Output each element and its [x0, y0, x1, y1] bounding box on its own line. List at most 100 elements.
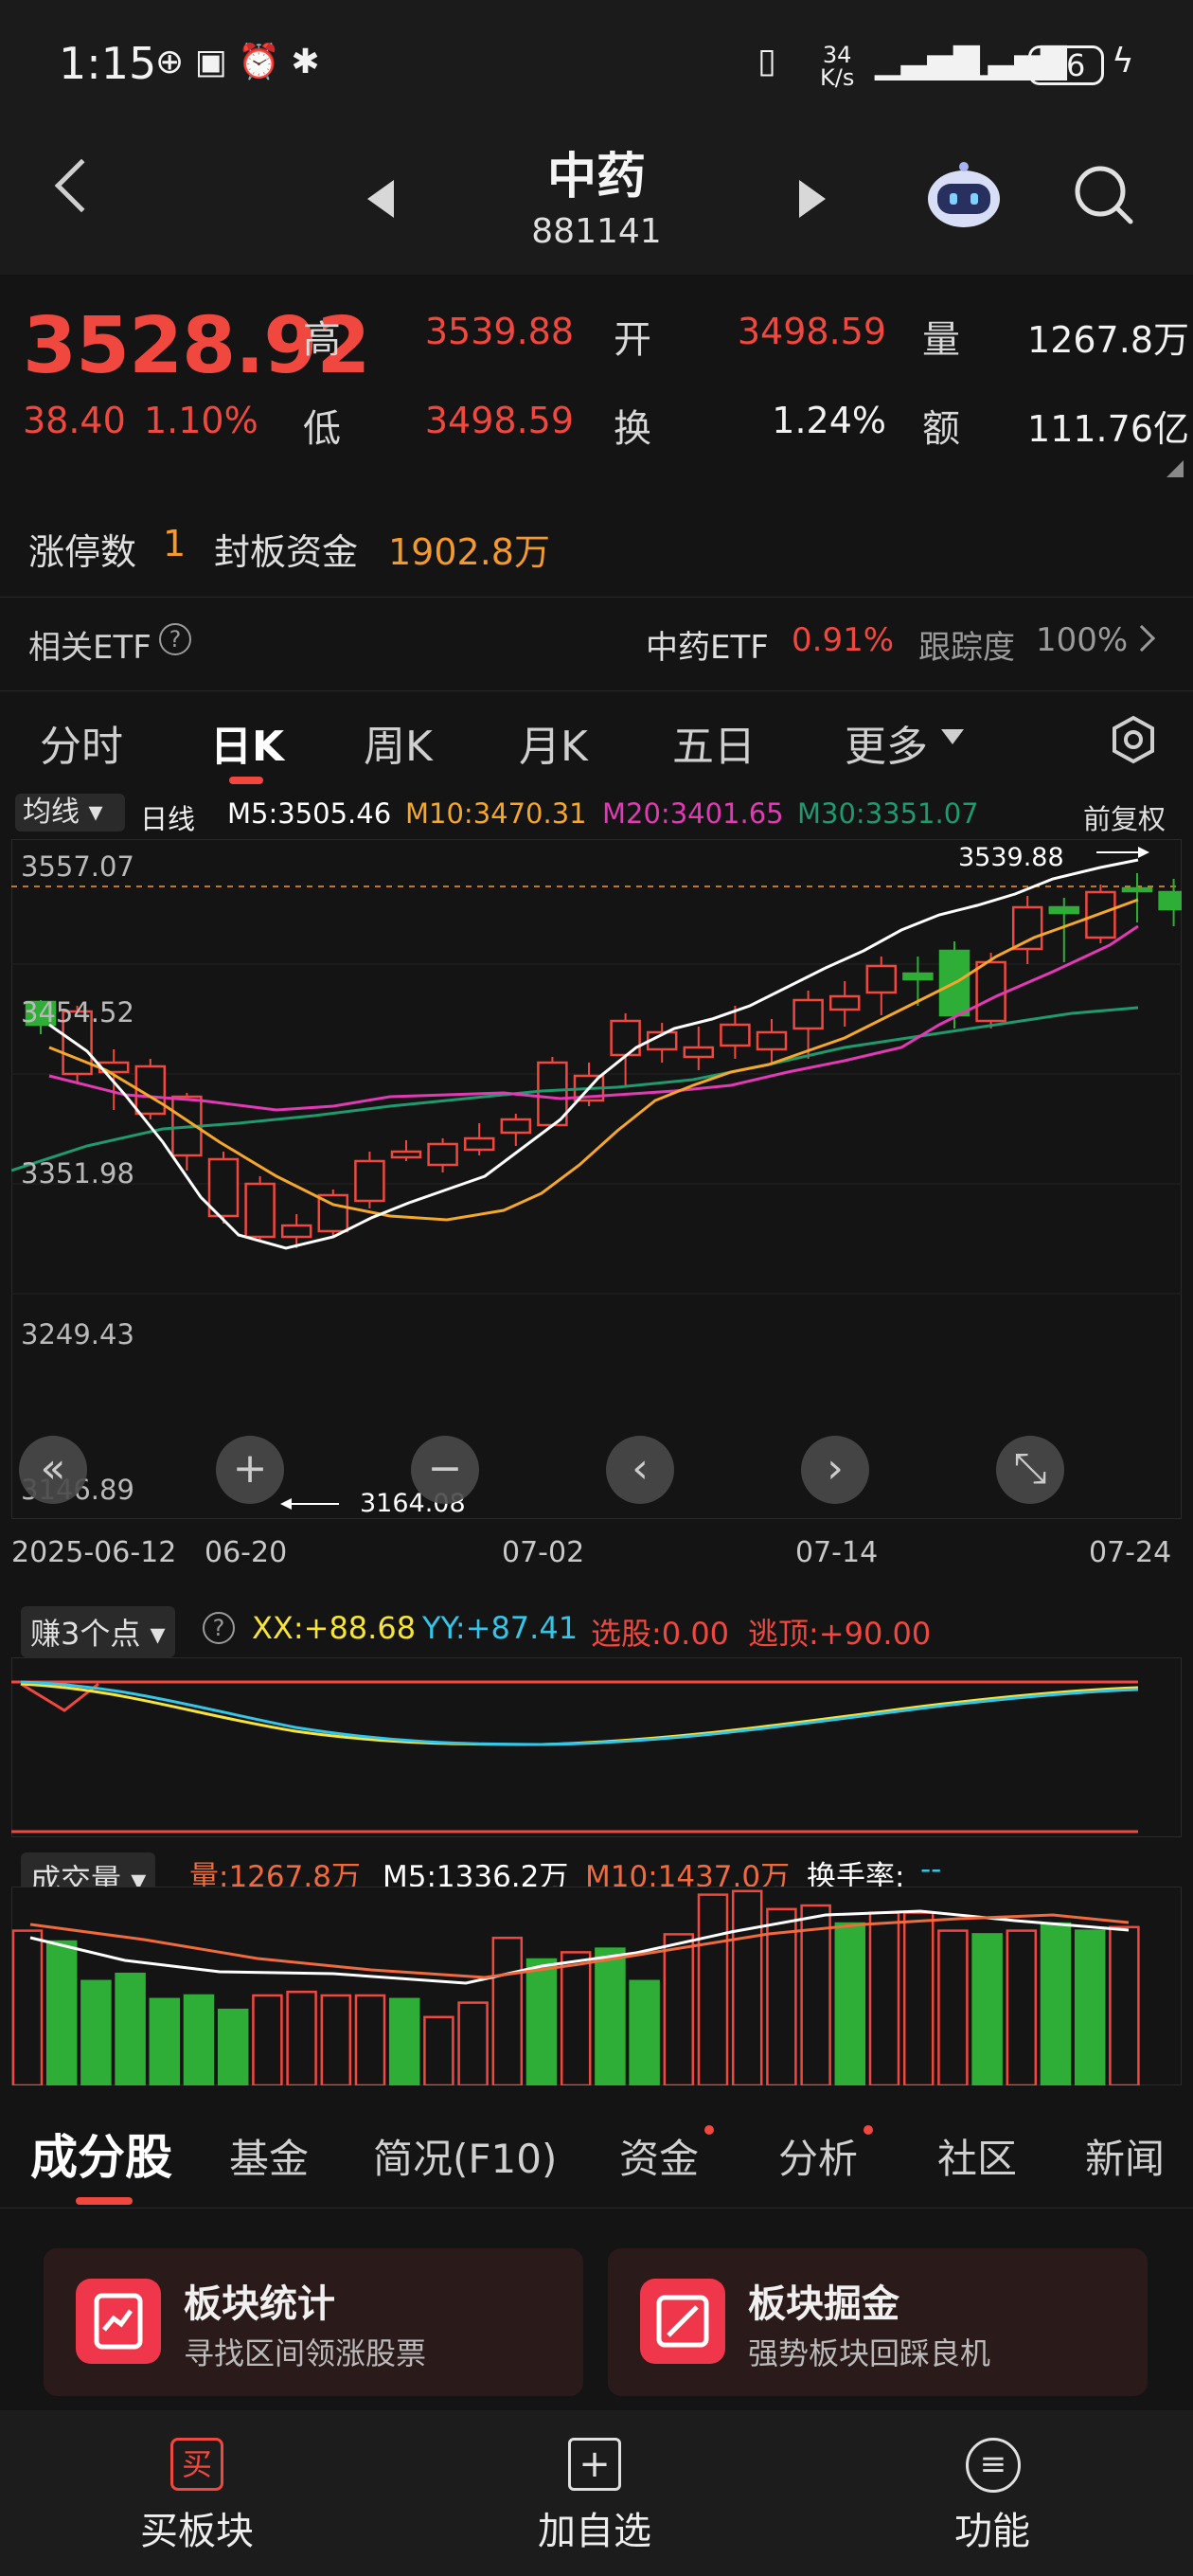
volume-bar: [183, 1994, 215, 2085]
menu-icon: ≡: [966, 2438, 1021, 2493]
candle-body: [427, 1142, 458, 1167]
volume-bar: [1006, 1929, 1038, 2085]
candle-body: [1011, 905, 1043, 951]
zoom-in-icon[interactable]: +: [216, 1436, 284, 1504]
volume-bar: [971, 1933, 1003, 2085]
rewind-icon[interactable]: «: [19, 1436, 87, 1504]
active-tab-indicator: [229, 777, 263, 784]
volume-bar: [800, 1904, 831, 2085]
indicator-pick: 选股:0.00: [591, 1616, 730, 1652]
volume-bar: [252, 1994, 283, 2085]
next-stock-icon[interactable]: [799, 180, 826, 218]
scroll-right-icon[interactable]: ›: [801, 1436, 869, 1504]
volume-chart[interactable]: [11, 1887, 1182, 2085]
candlestick-chart[interactable]: [11, 839, 1182, 1519]
volume-bar: [149, 1997, 181, 2085]
indicator-xx: XX:+88.68: [252, 1610, 417, 1646]
tab-weekly-k[interactable]: 周K: [364, 712, 433, 773]
tab-community[interactable]: 社区: [937, 2127, 1017, 2185]
x-label-1: 2025-06-12: [11, 1536, 177, 1569]
ma5-value: M5:3505.46: [227, 797, 392, 830]
low-value: 3498.59: [424, 400, 574, 441]
tab-more[interactable]: 更多: [845, 712, 928, 773]
sector-mining-icon: [640, 2279, 725, 2364]
y-label-2: 3454.52: [21, 996, 134, 1029]
adjust-mode[interactable]: 前复权: [1083, 797, 1166, 837]
battery-icon: 76: [1028, 45, 1104, 85]
more-dropdown-icon[interactable]: [941, 729, 964, 744]
open-label: 开: [614, 318, 651, 362]
candle-body: [244, 1182, 276, 1239]
tab-five-day[interactable]: 五日: [672, 712, 756, 773]
tab-constituents[interactable]: 成分股: [30, 2120, 172, 2188]
indicator-chart[interactable]: [11, 1657, 1182, 1837]
indicator-yy: YY:+87.41: [422, 1610, 579, 1646]
volume-bar: [525, 1958, 558, 2085]
tab-profile[interactable]: 简况(F10): [373, 2127, 557, 2185]
sector-stats-icon: [76, 2279, 161, 2364]
candle-body: [500, 1118, 532, 1135]
tab-funds[interactable]: 基金: [229, 2127, 309, 2185]
volume-bar: [115, 1972, 146, 2085]
buy-sector-button[interactable]: 买板块: [74, 2500, 320, 2555]
expand-corner-icon[interactable]: [1166, 460, 1184, 477]
sector-stats-title: 板块统计: [184, 2282, 335, 2326]
low-label: 低: [303, 407, 341, 451]
tab-analysis[interactable]: 分析: [778, 2127, 858, 2185]
candle-body: [828, 994, 861, 1011]
turnover-value: 1.24%: [772, 400, 886, 441]
status-time: 1:15: [59, 38, 157, 89]
high-label: 高: [303, 318, 341, 362]
candle-body: [720, 1023, 751, 1047]
prev-stock-icon[interactable]: [367, 180, 394, 218]
scroll-left-icon[interactable]: ‹: [606, 1436, 674, 1504]
volume-bar: [731, 1889, 763, 2085]
tab-intraday[interactable]: 分时: [40, 712, 123, 773]
x-label-3: 07-02: [502, 1536, 585, 1569]
volume-bar: [457, 2001, 489, 2085]
candle-body: [463, 1136, 495, 1152]
y-label-3: 3351.98: [21, 1157, 134, 1190]
capital-new-dot: [704, 2125, 714, 2135]
high-marker: 3539.88: [958, 843, 1064, 872]
open-value: 3498.59: [737, 311, 886, 352]
seal-fund-label: 封板资金: [214, 531, 359, 573]
tab-daily-k[interactable]: 日K: [210, 712, 284, 773]
charging-icon: ϟ: [1112, 42, 1134, 80]
sector-stats-subtitle: 寻找区间领涨股票: [184, 2335, 427, 2371]
volume-bar: [491, 1936, 524, 2085]
candle-body: [1158, 890, 1182, 911]
indicator-help-icon[interactable]: ?: [203, 1612, 235, 1644]
volume-bar: [868, 1911, 900, 2085]
ma-mode-dropdown[interactable]: 均线 ▾: [15, 794, 125, 832]
etf-change: 0.91%: [792, 621, 895, 659]
volume-bar: [629, 1979, 660, 2085]
indicator-dropdown[interactable]: 赚3个点 ▾: [21, 1606, 175, 1657]
robot-assistant-icon[interactable]: [924, 161, 1004, 229]
ma10-value: M10:3470.31: [405, 797, 587, 830]
limit-count-label: 涨停数: [28, 531, 137, 573]
turnover-label: 换: [614, 407, 651, 451]
fullscreen-icon[interactable]: ⤡: [996, 1436, 1064, 1504]
zoom-out-icon[interactable]: −: [411, 1436, 479, 1504]
functions-button[interactable]: 功能: [869, 2500, 1115, 2555]
analysis-new-dot: [864, 2125, 873, 2135]
amount-label: 额: [922, 407, 960, 451]
tab-news[interactable]: 新闻: [1085, 2127, 1165, 2185]
gear-icon[interactable]: [1108, 714, 1159, 765]
add-watchlist-button[interactable]: 加自选: [472, 2500, 718, 2555]
help-icon[interactable]: ?: [159, 623, 191, 655]
candle-body: [354, 1159, 385, 1203]
volume-bar: [937, 1929, 969, 2085]
y-label-1: 3557.07: [21, 850, 134, 883]
search-icon[interactable]: [1072, 163, 1134, 225]
tab-monthly-k[interactable]: 月K: [519, 712, 588, 773]
tab-capital[interactable]: 资金: [619, 2127, 699, 2185]
active-tab-underline: [76, 2197, 133, 2205]
volume-value: 1267.8万: [1027, 319, 1189, 361]
turnover-rate-value: --: [920, 1852, 942, 1887]
volume-bar: [1109, 1925, 1140, 2085]
limit-count-value: 1: [163, 523, 187, 564]
volume-bar: [1040, 1922, 1072, 2085]
track-value: 100%: [1036, 621, 1129, 659]
